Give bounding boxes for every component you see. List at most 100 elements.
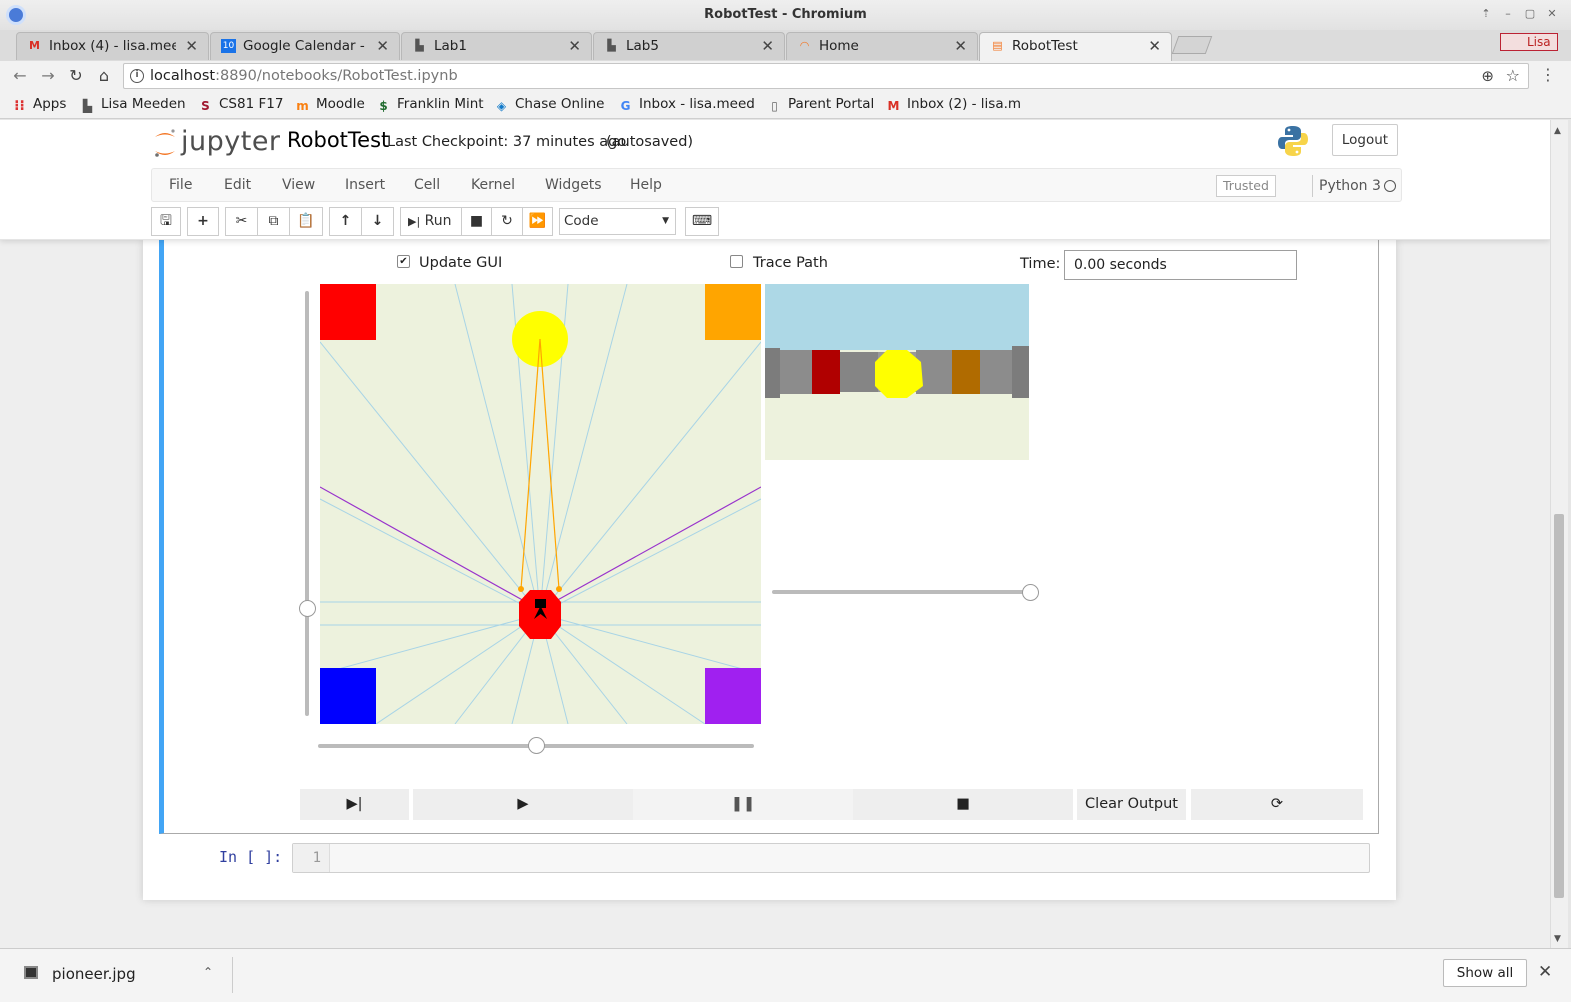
command-palette-button[interactable]: ⌨ <box>685 207 719 236</box>
horizontal-slider-thumb[interactable] <box>528 737 545 754</box>
restart-run-all-button[interactable]: ⏩ <box>522 207 553 236</box>
trusted-badge[interactable]: Trusted <box>1216 175 1276 197</box>
minimize-icon[interactable]: – <box>1500 6 1516 22</box>
restart-button[interactable]: ↻ <box>491 207 523 236</box>
close-tab-icon[interactable]: ✕ <box>761 37 774 55</box>
bookmark-cs81[interactable]: S CS81 F17 <box>198 96 283 114</box>
info-icon[interactable]: i <box>130 69 144 83</box>
close-tab-icon[interactable]: ✕ <box>954 37 967 55</box>
save-button[interactable]: 🖫 <box>151 207 181 236</box>
logout-button[interactable]: Logout <box>1332 124 1398 156</box>
bookmark-parent-portal[interactable]: ▯ Parent Portal <box>767 96 874 114</box>
menu-file[interactable]: File <box>169 177 192 193</box>
code-input[interactable]: 1 <box>292 843 1370 873</box>
close-window-icon[interactable]: ✕ <box>1544 6 1560 22</box>
back-icon[interactable]: ← <box>10 66 30 86</box>
download-filename[interactable]: pioneer.jpg <box>52 965 136 983</box>
camera-slider-track[interactable] <box>772 590 1030 594</box>
move-up-button[interactable]: ↑ <box>329 207 362 236</box>
close-tab-icon[interactable]: ✕ <box>376 37 389 55</box>
menu-widgets[interactable]: Widgets <box>545 177 602 193</box>
forward-icon[interactable]: → <box>38 66 58 86</box>
step-button[interactable]: ▶| <box>300 789 409 820</box>
chrome-menu-icon[interactable]: ⋮ <box>1540 65 1556 84</box>
pause-button[interactable]: ❚❚ <box>633 789 853 820</box>
paste-button[interactable]: 📋 <box>289 207 323 236</box>
play-icon: ▶ <box>517 796 529 812</box>
camera-slider-thumb[interactable] <box>1022 584 1039 601</box>
stop-button[interactable]: ■ <box>853 789 1073 820</box>
scissors-icon: ✂ <box>235 213 248 229</box>
tab-label: Inbox (4) - lisa.meeden <box>49 38 176 54</box>
notebook-name[interactable]: RobotTest <box>287 128 389 152</box>
bookmark-lisa-meeden[interactable]: ▙ Lisa Meeden <box>80 96 186 114</box>
menu-edit[interactable]: Edit <box>224 177 251 193</box>
address-bar[interactable]: i localhost:8890/notebooks/RobotTest.ipy… <box>123 63 1529 89</box>
document-icon: ▯ <box>771 99 778 113</box>
jupyter-logo[interactable]: jupyter <box>155 126 281 157</box>
tab-lab5[interactable]: ▙ Lab5 ✕ <box>593 32 785 60</box>
close-tab-icon[interactable]: ✕ <box>1148 37 1161 55</box>
profile-button[interactable]: Lisa <box>1500 33 1558 51</box>
time-field[interactable]: 0.00 seconds <box>1064 250 1297 280</box>
menu-help[interactable]: Help <box>630 177 662 193</box>
page-scrollbar[interactable]: ▲ ▼ <box>1550 120 1568 948</box>
copy-button[interactable]: ⧉ <box>257 207 290 236</box>
bookmark-inbox-2[interactable]: M Inbox (2) - lisa.m <box>886 96 1022 114</box>
zoom-icon[interactable]: ⊕ <box>1481 67 1494 85</box>
chevron-up-icon[interactable]: ⌃ <box>203 965 213 979</box>
clear-output-button[interactable]: Clear Output <box>1077 789 1186 820</box>
maximize-icon[interactable]: ▢ <box>1522 6 1538 22</box>
update-gui-checkbox[interactable]: ✔ <box>397 255 410 268</box>
show-all-button[interactable]: Show all <box>1443 959 1527 987</box>
file-icon <box>24 966 38 979</box>
input-prompt: In [ ]: <box>219 848 283 866</box>
interrupt-button[interactable]: ■ <box>461 207 492 236</box>
home-icon[interactable]: ⌂ <box>94 66 114 86</box>
bookmark-chase[interactable]: ◈ Chase Online <box>494 96 605 114</box>
bookmark-franklin-mint[interactable]: $ Franklin Mint <box>376 96 483 114</box>
move-down-button[interactable]: ↓ <box>361 207 394 236</box>
url-text[interactable]: localhost:8890/notebooks/RobotTest.ipynb <box>150 68 458 84</box>
menu-view[interactable]: View <box>282 177 315 193</box>
insert-cell-button[interactable]: + <box>187 207 219 236</box>
menu-kernel[interactable]: Kernel <box>471 177 515 193</box>
menu-cell[interactable]: Cell <box>414 177 440 193</box>
scroll-up-icon[interactable]: ▲ <box>1554 126 1561 136</box>
menu-insert[interactable]: Insert <box>345 177 385 193</box>
tab-lab1[interactable]: ▙ Lab1 ✕ <box>401 32 592 60</box>
tab-home[interactable]: ◠ Home ✕ <box>786 32 978 60</box>
tab-inbox[interactable]: M Inbox (4) - lisa.meeden ✕ <box>16 32 209 60</box>
robot-world-view <box>320 284 761 724</box>
cell-type-select[interactable]: Code ▼ <box>559 208 676 235</box>
close-tab-icon[interactable]: ✕ <box>185 37 198 55</box>
scrollbar-thumb[interactable] <box>1554 514 1564 898</box>
vertical-slider-thumb[interactable] <box>299 600 316 617</box>
plus-icon: + <box>197 213 209 229</box>
light-sensor-right <box>556 586 562 592</box>
tab-calendar[interactable]: 10 Google Calendar - Ju ✕ <box>210 32 400 60</box>
play-button[interactable]: ▶ <box>413 789 633 820</box>
reload-icon[interactable]: ↻ <box>66 66 86 86</box>
kernel-name[interactable]: Python 3 <box>1312 175 1381 197</box>
cut-button[interactable]: ✂ <box>225 207 258 236</box>
scroll-down-icon[interactable]: ▼ <box>1554 934 1561 944</box>
bookmark-star-icon[interactable]: ☆ <box>1506 66 1520 85</box>
bookmark-inbox-google[interactable]: G Inbox - lisa.meed <box>618 96 755 114</box>
vertical-slider-track[interactable] <box>305 291 309 716</box>
tab-robottest[interactable]: ▤ RobotTest ✕ <box>979 32 1172 62</box>
kernel-idle-icon <box>1384 180 1396 192</box>
reset-button[interactable]: ⟳ <box>1191 789 1363 820</box>
close-shelf-icon[interactable]: ✕ <box>1538 962 1552 982</box>
bookmark-moodle[interactable]: m Moodle <box>295 96 365 114</box>
new-tab-button[interactable] <box>1171 36 1213 54</box>
window-up-icon[interactable]: ⇡ <box>1478 6 1494 22</box>
bookmark-apps[interactable]: ⁝⁝ Apps <box>12 96 66 114</box>
run-button[interactable]: ▶| Run <box>400 207 462 236</box>
close-tab-icon[interactable]: ✕ <box>568 37 581 55</box>
page-icon: ▙ <box>415 39 424 52</box>
trace-path-checkbox[interactable] <box>730 255 743 268</box>
url-path: :8890/notebooks/RobotTest.ipynb <box>215 68 458 84</box>
jupyter-header: jupyter RobotTest Last Checkpoint: 37 mi… <box>0 120 1550 240</box>
copy-icon: ⧉ <box>268 213 279 229</box>
